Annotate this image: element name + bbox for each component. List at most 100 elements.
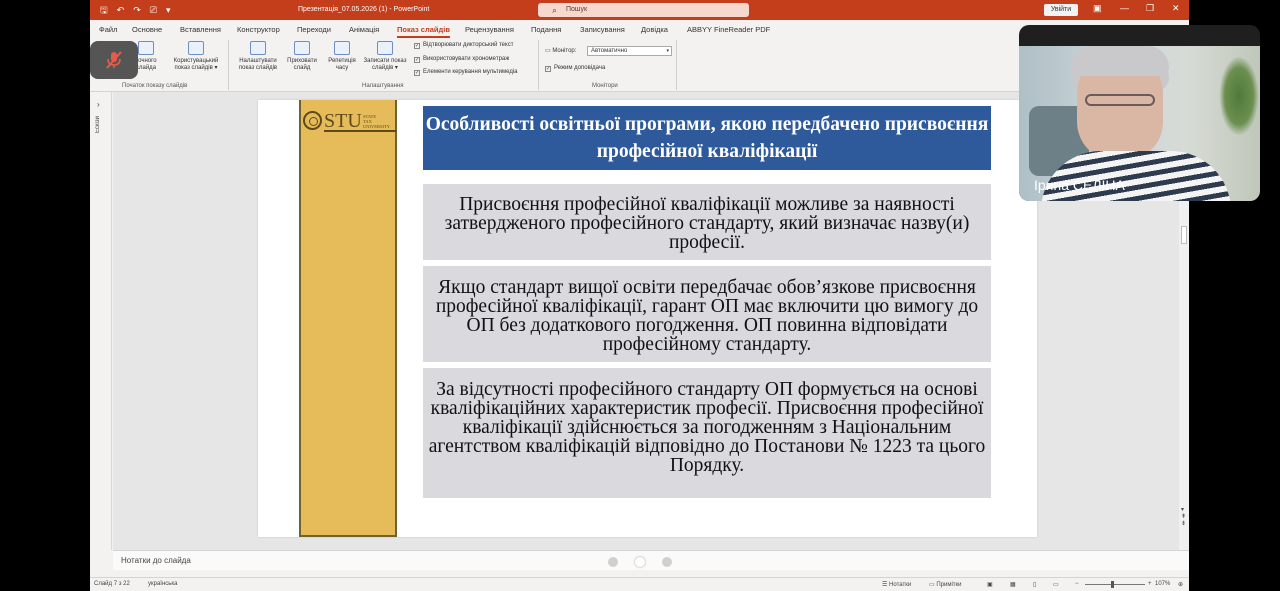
page-dot[interactable] xyxy=(608,557,618,567)
stopwatch-icon xyxy=(334,41,350,55)
record-icon xyxy=(377,41,393,55)
close-icon[interactable]: ✕ xyxy=(1172,3,1180,14)
normal-view-icon[interactable]: ▣ xyxy=(987,581,993,588)
monitor-select[interactable]: Автоматично ▾ xyxy=(587,46,672,56)
group-separator xyxy=(228,40,229,90)
participant-glasses xyxy=(1085,94,1155,106)
tab-2[interactable]: Основне xyxy=(132,25,162,34)
tab-5[interactable]: Переходи xyxy=(297,25,331,34)
record-show-button[interactable]: Записати показ слайдів ▾ xyxy=(362,41,408,72)
mic-off-icon xyxy=(106,51,122,69)
zoom-in-icon[interactable]: + xyxy=(1148,581,1152,587)
document-title: Презентація_07.05.2026 (1) - PowerPoint xyxy=(298,6,430,13)
save-icon[interactable]: 🖫 xyxy=(100,4,108,16)
checkmark-icon: ✓ xyxy=(414,57,420,63)
setup-show-icon xyxy=(250,41,266,55)
notes-icon: ☰ xyxy=(882,582,890,588)
search-input[interactable]: ⌕ Пошук xyxy=(538,3,749,17)
tab-8[interactable]: Рецензування xyxy=(465,25,514,34)
minimize-icon[interactable]: — xyxy=(1120,3,1129,13)
title-bar: 🖫 ↶ ↷ ⎚ ▾ Презентація_07.05.2026 (1) - P… xyxy=(90,0,1189,20)
group-separator xyxy=(676,40,677,90)
narrations-label: Відтворювати дикторський текст xyxy=(423,42,514,48)
group-separator xyxy=(538,40,539,90)
muted-mic-indicator[interactable] xyxy=(90,41,138,79)
group-monitors-label: Монітори xyxy=(592,83,618,89)
content-box-1[interactable]: Присвоєння професійної кваліфікації можл… xyxy=(423,184,991,260)
monitor-label: Монітор: xyxy=(552,48,577,54)
group-setup-label: Налаштування xyxy=(362,83,404,89)
customize-qa-icon[interactable]: ▾ xyxy=(166,4,171,16)
tab-11[interactable]: Довідка xyxy=(641,25,668,34)
scroll-thumb[interactable] xyxy=(1181,226,1187,244)
tab-10[interactable]: Записування xyxy=(580,25,625,34)
content-box-2[interactable]: Якщо стандарт вищої освіти передбачає об… xyxy=(423,266,991,362)
emblem-icon xyxy=(303,111,322,130)
checkmark-icon: ✓ xyxy=(414,43,420,49)
page-dot[interactable] xyxy=(635,557,645,567)
quick-access-toolbar: 🖫 ↶ ↷ ⎚ ▾ xyxy=(100,4,171,16)
record-show-label: Записати показ слайдів ▾ xyxy=(363,58,407,71)
chevron-down-icon: ▾ xyxy=(666,48,669,54)
tab-1[interactable]: Файл xyxy=(99,25,117,34)
slide-title[interactable]: Особливості освітньої програми, якою пер… xyxy=(423,106,991,170)
zoom-level[interactable]: 107% xyxy=(1155,581,1170,587)
university-logo: STU STATE TAX UNIVERSITY xyxy=(303,108,397,134)
logo-underline xyxy=(324,130,396,132)
rehearse-timings-button[interactable]: Репетиція часу xyxy=(323,41,361,72)
comments-toggle-label: Примітки xyxy=(936,582,962,588)
timings-label: Використовувати хронометраж xyxy=(423,56,510,62)
ribbon-display-icon[interactable]: ▣ xyxy=(1093,3,1102,14)
content-box-3[interactable]: За відсутності професійного стандарту ОП… xyxy=(423,368,991,498)
zoom-out-icon[interactable]: − xyxy=(1075,581,1079,587)
tab-3[interactable]: Вставлення xyxy=(180,25,221,34)
restore-icon[interactable]: ❐ xyxy=(1146,3,1154,14)
start-show-icon[interactable]: ⎚ xyxy=(150,4,157,16)
redo-icon[interactable]: ↷ xyxy=(133,4,141,16)
thumbnail-pane-collapsed[interactable]: › Ескізи xyxy=(90,92,112,550)
zoom-slider-knob[interactable] xyxy=(1111,581,1114,588)
slideshow-view-icon[interactable]: ▭ xyxy=(1053,581,1059,588)
slide-sorter-icon[interactable]: ▦ xyxy=(1010,581,1016,588)
reading-view-icon[interactable]: ▯ xyxy=(1033,581,1036,588)
setup-show-button[interactable]: Налаштувати показ слайдів xyxy=(233,41,283,72)
presenter-view-label: Режим доповідача xyxy=(554,65,606,71)
fit-to-window-icon[interactable]: ⊕ xyxy=(1178,581,1183,588)
media-controls-checkbox[interactable]: ✓ Елементи керування мультимедіа xyxy=(414,69,518,76)
monitor-label-row: ▭ Монітор: xyxy=(545,47,576,54)
hide-slide-label: Приховати слайд xyxy=(287,58,317,71)
hide-slide-button[interactable]: Приховати слайд xyxy=(283,41,321,72)
tab-4[interactable]: Конструктор xyxy=(237,25,280,34)
page-dot[interactable] xyxy=(662,557,672,567)
checkmark-icon: ✓ xyxy=(414,70,420,76)
notes-toggle[interactable]: ☰ Нотатки xyxy=(882,581,911,588)
zoom-slider[interactable] xyxy=(1085,584,1145,585)
participant-hair-front xyxy=(1071,46,1169,76)
participant-video-tile[interactable]: Ірина СЕЛІНА xyxy=(1019,25,1260,201)
timings-checkbox[interactable]: ✓ Використовувати хронометраж xyxy=(414,56,509,63)
tab-6[interactable]: Анімація xyxy=(349,25,379,34)
background-plant xyxy=(1219,56,1259,136)
sign-in-button[interactable]: Увійти xyxy=(1044,4,1078,16)
slide-side-band: STU STATE TAX UNIVERSITY xyxy=(299,100,397,537)
rehearse-label: Репетиція часу xyxy=(328,58,356,71)
search-icon: ⌕ xyxy=(552,5,558,15)
language-indicator[interactable]: українська xyxy=(148,581,178,587)
search-placeholder: Пошук xyxy=(566,6,588,13)
tab-12[interactable]: ABBYY FineReader PDF xyxy=(687,25,770,34)
scroll-down-icon[interactable]: ▾ ⇞ ⇟ xyxy=(1181,507,1186,528)
current-slide[interactable]: STU STATE TAX UNIVERSITY Особливості осв… xyxy=(258,100,1037,537)
custom-show-button[interactable]: Користувацький показ слайдів ▾ xyxy=(170,41,222,72)
chevron-right-icon[interactable]: › xyxy=(97,100,100,109)
participant-shirt xyxy=(1041,151,1231,201)
group-start-label: Початок показу слайдів xyxy=(122,83,188,89)
tab-7[interactable]: Показ слайдів xyxy=(397,25,450,38)
narrations-checkbox[interactable]: ✓ Відтворювати дикторський текст xyxy=(414,42,513,49)
participant-name: Ірина СЕЛІНА xyxy=(1034,177,1125,193)
presenter-view-checkbox[interactable]: ✓ Режим доповідача xyxy=(545,65,605,72)
undo-icon[interactable]: ↶ xyxy=(117,4,125,16)
tab-9[interactable]: Подання xyxy=(531,25,561,34)
comments-toggle[interactable]: ▭ Примітки xyxy=(929,581,962,588)
status-bar: Слайд 7 з 22 українська ☰ Нотатки ▭ Прим… xyxy=(90,577,1189,591)
monitor-value: Автоматично xyxy=(591,48,628,54)
